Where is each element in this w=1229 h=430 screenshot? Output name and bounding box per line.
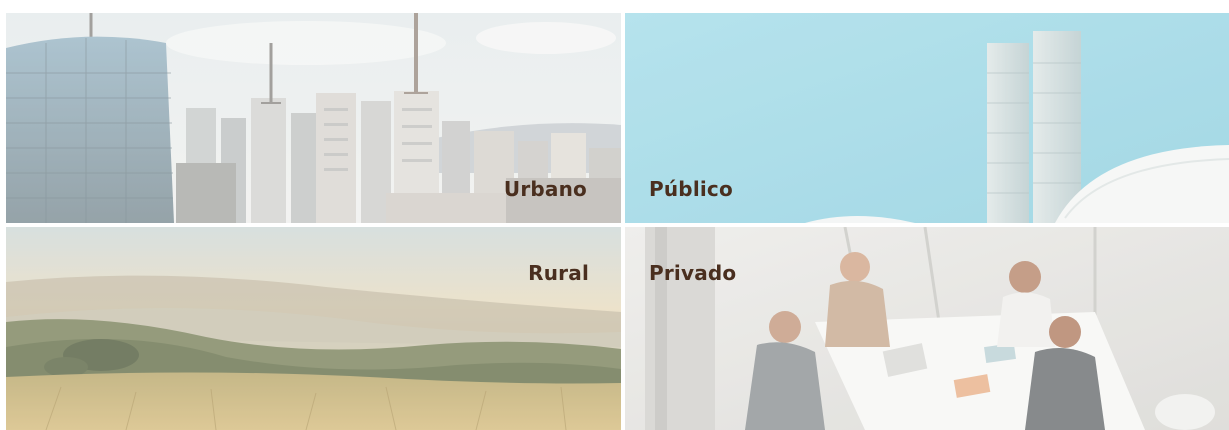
tile-label-rural: Rural bbox=[528, 261, 589, 285]
tile-privado[interactable]: Privado bbox=[625, 227, 1229, 430]
category-grid: Urbano Público Rural Privado bbox=[6, 13, 1229, 430]
tile-publico[interactable]: Público bbox=[625, 13, 1229, 223]
image-overlay bbox=[625, 227, 1229, 430]
tile-label-urbano: Urbano bbox=[503, 177, 587, 201]
tile-rural[interactable]: Rural bbox=[6, 227, 621, 430]
tile-urbano[interactable]: Urbano bbox=[6, 13, 621, 223]
tile-label-publico: Público bbox=[649, 177, 733, 201]
tile-label-privado: Privado bbox=[649, 261, 737, 285]
image-overlay bbox=[6, 227, 621, 430]
